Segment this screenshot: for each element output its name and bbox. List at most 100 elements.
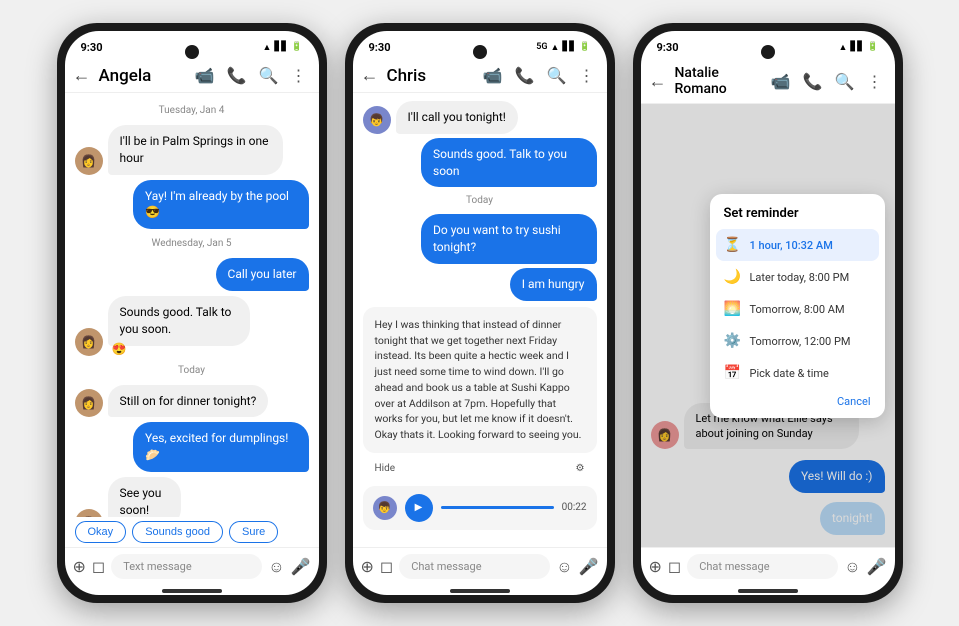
table-row: 👩 See you soon! ❤️ (75, 477, 309, 517)
signal-icon-2: ▋▋ (562, 42, 576, 52)
phone-1: 9:30 ▲ ▋▋ 🔋 ← Angela 📹 📞 🔍 ⋮ Tuesday, Ja… (57, 23, 327, 603)
battery-icon-2: 🔋 (579, 42, 590, 52)
sunrise-icon: 🌅 (724, 301, 740, 317)
add-icon-1[interactable]: ⊕ (73, 557, 86, 576)
settings-icon-2[interactable]: ⚙ (576, 463, 585, 474)
reminder-overlay: Set reminder ⏳ 1 hour, 10:32 AM 🌙 Later … (641, 104, 895, 547)
sticker-icon-2[interactable]: ◻ (380, 557, 393, 576)
reminder-cancel-button[interactable]: Cancel (710, 389, 885, 414)
top-icons-3: 📹 📞 🔍 ⋮ (771, 72, 883, 91)
phone-2-notch (473, 45, 487, 59)
chat-area-3: 👩 Let me know what Ellie says about join… (641, 104, 895, 547)
input-bar-3: ⊕ ◻ Chat message ☺ 🎤 (641, 547, 895, 585)
status-icons-2: 5G ▲ ▋▋ 🔋 (536, 42, 590, 53)
sticker-icon-3[interactable]: ◻ (668, 557, 681, 576)
play-button-2[interactable]: ▶ (405, 494, 433, 522)
status-icons-1: ▲ ▋▋ 🔋 (263, 42, 303, 53)
reminder-item-tomorrow-8am[interactable]: 🌅 Tomorrow, 8:00 AM (710, 293, 885, 325)
search-icon-2[interactable]: 🔍 (547, 66, 567, 85)
bubble-received: I'll be in Palm Springs in one hour (108, 125, 284, 175)
top-bar-3: ← Natalie Romano 📹 📞 🔍 ⋮ (641, 59, 895, 104)
reminder-item-1hour[interactable]: ⏳ 1 hour, 10:32 AM (716, 229, 879, 261)
chat-input-3[interactable]: Chat message (687, 554, 838, 579)
bubble-received: I'll call you tonight! (396, 101, 518, 134)
emoji-icon-1[interactable]: ☺ (268, 557, 284, 577)
search-icon-1[interactable]: 🔍 (259, 66, 279, 85)
moon-icon: 🌙 (724, 269, 740, 285)
phone-3: 9:30 ▲ ▋▋ 🔋 ← Natalie Romano 📹 📞 🔍 ⋮ 👩 L (633, 23, 903, 603)
table-row: I am hungry (363, 268, 597, 301)
battery-icon: 🔋 (291, 42, 302, 52)
add-icon-3[interactable]: ⊕ (649, 557, 662, 576)
reminder-title: Set reminder (710, 206, 885, 229)
long-message-2: Hey I was thinking that instead of dinne… (363, 307, 597, 453)
phone-icon-1[interactable]: 📞 (227, 66, 247, 85)
mic-icon-1[interactable]: 🎤 (291, 557, 311, 576)
bubble-sent: Yay! I'm already by the pool 😎 (133, 180, 309, 230)
add-icon-2[interactable]: ⊕ (361, 557, 374, 576)
phone-2-screen: 9:30 5G ▲ ▋▋ 🔋 ← Chris 📹 📞 🔍 ⋮ 👦 I'll ca… (353, 31, 607, 595)
table-row: 👩 I'll be in Palm Springs in one hour (75, 125, 309, 175)
avatar-2a: 👦 (363, 106, 391, 134)
quick-reply-sure[interactable]: Sure (229, 521, 278, 543)
video-icon-2[interactable]: 📹 (483, 66, 503, 85)
date-label-2: Today (363, 195, 597, 206)
emoji-icon-2[interactable]: ☺ (556, 557, 572, 577)
calendar-icon: 📅 (724, 365, 740, 381)
contact-name-3: Natalie Romano (675, 65, 763, 97)
more-icon-2[interactable]: ⋮ (579, 66, 595, 85)
video-icon-3[interactable]: 📹 (771, 72, 791, 91)
bubble-sent: Sounds good. Talk to you soon (421, 138, 597, 188)
time-3: 9:30 (657, 41, 679, 54)
date-label-1b: Wednesday, Jan 5 (75, 238, 309, 249)
gear-icon-3: ⚙️ (724, 333, 740, 349)
voice-message-2: 👦 ▶ 00:22 (363, 486, 597, 530)
text-input-1[interactable]: Text message (111, 554, 262, 579)
wifi-icon-2: ▲ (551, 42, 560, 53)
mic-icon-2[interactable]: 🎤 (579, 557, 599, 576)
more-icon-3[interactable]: ⋮ (867, 72, 883, 91)
chat-area-2: 👦 I'll call you tonight! Sounds good. Ta… (353, 93, 607, 547)
top-icons-2: 📹 📞 🔍 ⋮ (483, 66, 595, 85)
reminder-item-later-today[interactable]: 🌙 Later today, 8:00 PM (710, 261, 885, 293)
home-indicator-2 (450, 589, 510, 593)
quick-replies-1: Okay Sounds good Sure (65, 517, 319, 547)
input-bar-1: ⊕ ◻ Text message ☺ 🎤 (65, 547, 319, 585)
phone-1-screen: 9:30 ▲ ▋▋ 🔋 ← Angela 📹 📞 🔍 ⋮ Tuesday, Ja… (65, 31, 319, 595)
chat-area-1: Tuesday, Jan 4 👩 I'll be in Palm Springs… (65, 93, 319, 517)
back-button-3[interactable]: ← (649, 71, 667, 92)
chat-input-2[interactable]: Chat message (399, 554, 550, 579)
mic-icon-3[interactable]: 🎤 (867, 557, 887, 576)
bubble-received: Sounds good. Talk to you soon. (108, 296, 251, 346)
sticker-icon-1[interactable]: ◻ (92, 557, 105, 576)
quick-reply-sounds-good[interactable]: Sounds good (132, 521, 223, 543)
phone-3-screen: 9:30 ▲ ▋▋ 🔋 ← Natalie Romano 📹 📞 🔍 ⋮ 👩 L (641, 31, 895, 595)
avatar-2b: 👦 (373, 496, 397, 520)
phone-icon-3[interactable]: 📞 (803, 72, 823, 91)
phone-2: 9:30 5G ▲ ▋▋ 🔋 ← Chris 📹 📞 🔍 ⋮ 👦 I'll ca… (345, 23, 615, 603)
quick-reply-okay[interactable]: Okay (75, 521, 127, 543)
emoji-icon-3[interactable]: ☺ (844, 557, 860, 577)
bubble-received: Still on for dinner tonight? (108, 385, 269, 418)
phone-icon-2[interactable]: 📞 (515, 66, 535, 85)
reminder-item-tomorrow-12pm[interactable]: ⚙️ Tomorrow, 12:00 PM (710, 325, 885, 357)
reminder-tmr12pm-label: Tomorrow, 12:00 PM (750, 335, 851, 348)
wifi-icon: ▲ (263, 42, 272, 53)
table-row: 👩 Still on for dinner tonight? (75, 385, 309, 418)
reminder-card: Set reminder ⏳ 1 hour, 10:32 AM 🌙 Later … (710, 194, 885, 418)
reminder-item-pick-date[interactable]: 📅 Pick date & time (710, 357, 885, 389)
date-label-1a: Tuesday, Jan 4 (75, 105, 309, 116)
back-button-1[interactable]: ← (73, 65, 91, 86)
time-2: 9:30 (369, 41, 391, 54)
hide-bar-2: Hide ⚙ (363, 459, 597, 478)
video-icon-1[interactable]: 📹 (195, 66, 215, 85)
hide-label[interactable]: Hide (375, 463, 396, 474)
avatar-1a: 👩 (75, 147, 103, 175)
phone-3-notch (761, 45, 775, 59)
top-bar-1: ← Angela 📹 📞 🔍 ⋮ (65, 59, 319, 93)
search-icon-3[interactable]: 🔍 (835, 72, 855, 91)
signal-icon-3: ▋▋ (850, 42, 864, 52)
more-icon-1[interactable]: ⋮ (291, 66, 307, 85)
voice-duration: 00:22 (562, 502, 587, 513)
back-button-2[interactable]: ← (361, 65, 379, 86)
